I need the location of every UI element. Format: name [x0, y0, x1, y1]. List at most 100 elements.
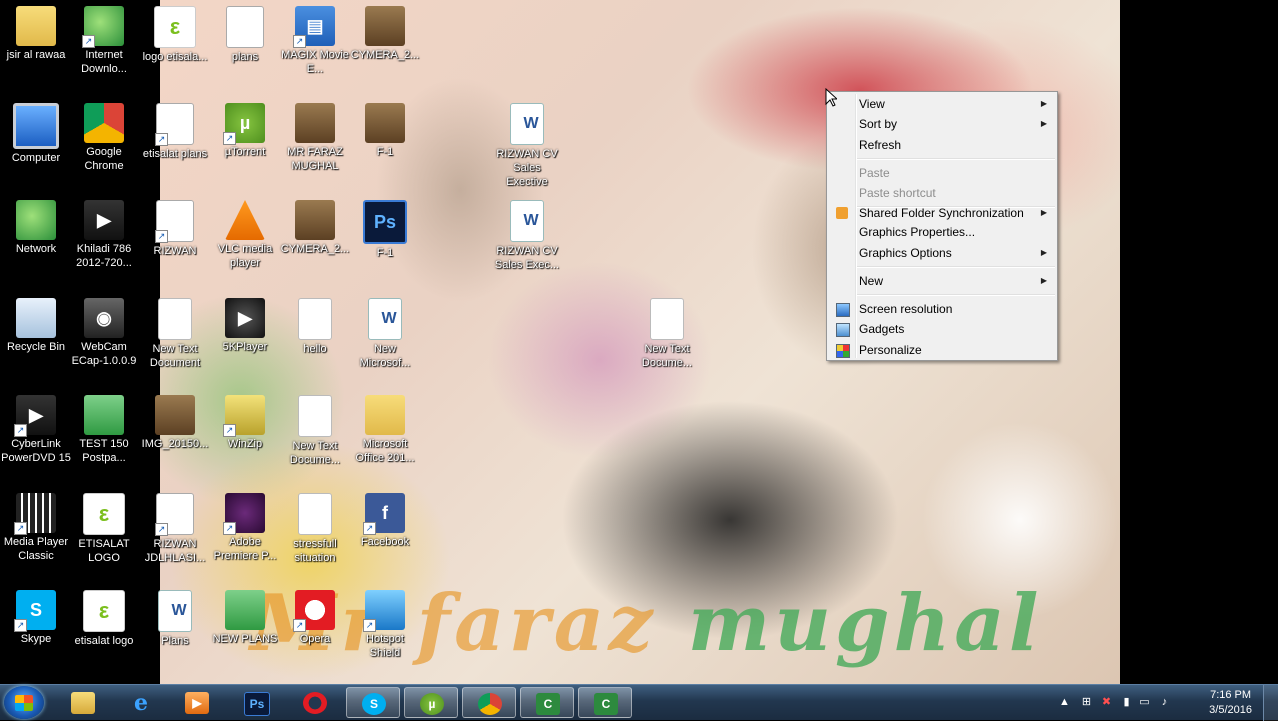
- hotspot-shield-icon: ↗: [363, 590, 405, 632]
- spreadsheet-icon: [226, 6, 264, 48]
- desktop-icon-logo-etisalat[interactable]: ε logo etisala...: [139, 0, 211, 64]
- show-hidden-icons-button[interactable]: ▲: [1058, 696, 1071, 709]
- etisalat-logo-icon: ε: [154, 6, 196, 48]
- desktop-icon-cyberlink[interactable]: ▶ ↗ CyberLink PowerDVD 15: [0, 389, 72, 465]
- utorrent-icon: µ: [420, 693, 444, 715]
- desktop-icon-cymera-2b[interactable]: CYMERA_2...: [279, 194, 351, 256]
- desktop-icon-opera[interactable]: ↗ Opera: [279, 584, 351, 646]
- menu-item-refresh[interactable]: Refresh: [829, 135, 1055, 155]
- image-file-icon: [295, 103, 335, 143]
- desktop-icon-new-plans[interactable]: NEW PLANS: [209, 584, 281, 646]
- recycle-bin-icon: [16, 298, 56, 338]
- desktop-icon-5kplayer[interactable]: ▶ 5KPlayer: [209, 292, 281, 354]
- power-icon[interactable]: ▭: [1138, 696, 1151, 709]
- desktop-icon-cymera-2a[interactable]: CYMERA_2...: [349, 0, 421, 62]
- download-manager-icon: ↗: [82, 6, 124, 48]
- taskbar-windows-explorer[interactable]: [56, 687, 110, 718]
- desktop-icon-hotspot-shield[interactable]: ↗ Hotspot Shield: [349, 584, 421, 660]
- menu-separator: [857, 266, 1055, 268]
- action-center-icon[interactable]: ⊞: [1080, 696, 1093, 709]
- clock-date: 3/5/2016: [1209, 704, 1252, 716]
- windows-logo-icon: [15, 695, 33, 711]
- desktop-icon-khiladi[interactable]: ▶ Khiladi 786 2012-720...: [68, 194, 140, 270]
- menu-item-personalize[interactable]: Personalize: [829, 340, 1055, 360]
- desktop-icon-mr-faraz-mughal[interactable]: MR FARAZ MUGHAL: [279, 97, 351, 173]
- menu-item-graphics-properties[interactable]: Graphics Properties...: [829, 222, 1055, 242]
- desktop-icon-plans-word[interactable]: W Plans: [139, 584, 211, 648]
- desktop-icon-hello[interactable]: hello: [279, 292, 351, 356]
- taskbar-chrome[interactable]: [462, 687, 516, 718]
- desktop-icon-etisalat-logo-upper[interactable]: ε ETISALAT LOGO: [68, 487, 140, 565]
- menu-item-paste-shortcut[interactable]: Paste shortcut: [829, 183, 1055, 203]
- desktop-icon-rizwan-cv-b[interactable]: W RIZWAN CV Sales Exec...: [491, 194, 563, 272]
- internet-explorer-icon: e: [134, 690, 148, 716]
- volume-icon[interactable]: ♪: [1158, 696, 1171, 709]
- desktop-icon-etisalat-plans[interactable]: ↗ etisalat plans: [139, 97, 211, 161]
- desktop-icon-img-2015[interactable]: IMG_20150...: [139, 389, 211, 451]
- desktop-icon-winzip[interactable]: ↗ WinZip: [209, 389, 281, 451]
- taskbar-camtasia-recorder[interactable]: C: [578, 687, 632, 718]
- desktop-icon-magix[interactable]: ▤ ↗ MAGIX Movie E...: [279, 0, 351, 76]
- taskbar-utorrent[interactable]: µ: [404, 687, 458, 718]
- start-button[interactable]: [4, 686, 44, 719]
- media-player-icon: ↗: [14, 493, 56, 535]
- menu-item-shared-folder-synchronization[interactable]: Shared Folder Synchronization ▶: [829, 203, 1055, 223]
- desktop-icon-new-text-document-2[interactable]: New Text Docume...: [279, 389, 351, 467]
- desktop-icon-internet-download-manager[interactable]: ↗ Internet Downlo...: [68, 0, 140, 76]
- desktop-icon-rizwan[interactable]: ↗ RIZWAN: [139, 194, 211, 258]
- taskbar-internet-explorer[interactable]: e: [114, 687, 168, 718]
- desktop-icon-stressfull-situation[interactable]: stressfull situation: [279, 487, 351, 565]
- desktop-icon-skype[interactable]: S ↗ Skype: [0, 584, 72, 646]
- desktop-icon-f1-a[interactable]: F-1: [349, 97, 421, 159]
- desktop-icon-facebook[interactable]: f ↗ Facebook: [349, 487, 421, 549]
- menu-item-graphics-options[interactable]: Graphics Options ▶: [829, 243, 1055, 263]
- desktop-icon-test-150[interactable]: TEST 150 Postpa...: [68, 389, 140, 465]
- desktop-icon-microsoft-office[interactable]: Microsoft Office 201...: [349, 389, 421, 465]
- computer-icon: [13, 103, 59, 149]
- desktop-icon-rizwan-jdlhlasi[interactable]: ↗ RIZWAN JDLHLASI...: [139, 487, 211, 565]
- network-warning-icon[interactable]: ✖: [1100, 696, 1113, 709]
- personalize-icon: [836, 344, 850, 358]
- menu-item-screen-resolution[interactable]: Screen resolution: [829, 299, 1055, 319]
- menu-item-sort-by[interactable]: Sort by ▶: [829, 114, 1055, 134]
- desktop-icon-media-player-classic[interactable]: ↗ Media Player Classic: [0, 487, 72, 563]
- menu-item-paste[interactable]: Paste: [829, 163, 1055, 183]
- desktop-icon-network[interactable]: Network: [0, 194, 72, 256]
- photoshop-file-icon: Ps: [363, 200, 407, 244]
- folder-icon: [365, 395, 405, 435]
- taskbar-opera[interactable]: [288, 687, 342, 718]
- desktop-icon-jsir-al-rawaa[interactable]: jsir al rawaa: [0, 0, 72, 62]
- taskbar-media-player[interactable]: ▶: [170, 687, 224, 718]
- desktop-icon-etisalat-logo-lower[interactable]: ε etisalat logo: [68, 584, 140, 648]
- signal-icon[interactable]: ▮: [1120, 696, 1133, 709]
- desktop-icon-adobe-premiere[interactable]: ↗ Adobe Premiere P...: [209, 487, 281, 563]
- desktop-icon-google-chrome[interactable]: Google Chrome: [68, 97, 140, 173]
- desktop-icon-new-text-document[interactable]: New Text Document: [139, 292, 211, 370]
- clock[interactable]: 7:16 PM 3/5/2016: [1209, 688, 1252, 718]
- desktop-icon-rizwan-cv-a[interactable]: W RIZWAN CV Sales Exective: [491, 97, 563, 189]
- desktop-icon-plans[interactable]: plans: [209, 0, 281, 64]
- desktop-icon-recycle-bin[interactable]: Recycle Bin: [0, 292, 72, 354]
- desktop-icon-new-text-document-3[interactable]: New Text Docume...: [631, 292, 703, 370]
- etisalat-logo-icon: ε: [83, 493, 125, 535]
- desktop-icon-utorrent[interactable]: µ ↗ µTorrent: [209, 97, 281, 159]
- menu-item-view[interactable]: View ▶: [829, 94, 1055, 114]
- desktop-icon-computer[interactable]: Computer: [0, 97, 72, 165]
- clock-time: 7:16 PM: [1210, 689, 1252, 701]
- text-document-icon: [158, 298, 192, 340]
- desktop-icon-f1-b[interactable]: Ps F-1: [349, 194, 421, 260]
- system-tray: ▲ ⊞ ✖ ▮ ▭ ♪ 7:16 PM 3/5/2016: [1058, 685, 1278, 721]
- desktop-icon-vlc[interactable]: VLC media player: [209, 194, 281, 270]
- taskbar-skype[interactable]: S: [346, 687, 400, 718]
- menu-item-gadgets[interactable]: Gadgets: [829, 319, 1055, 339]
- 5kplayer-icon: ▶: [225, 298, 265, 338]
- desktop-icon-webcam-ecap[interactable]: ◉ WebCam ECap-1.0.0.9: [68, 292, 140, 368]
- show-desktop-button[interactable]: [1263, 685, 1278, 721]
- taskbar-photoshop[interactable]: Ps: [229, 687, 283, 718]
- desktop-icon-new-microsoft[interactable]: W New Microsof...: [349, 292, 421, 370]
- taskbar-camtasia[interactable]: C: [520, 687, 574, 718]
- folder-icon: [16, 6, 56, 46]
- mouse-cursor-icon: [825, 88, 837, 107]
- menu-item-new[interactable]: New ▶: [829, 271, 1055, 291]
- desktop-context-menu: View ▶ Sort by ▶ Refresh Paste Paste short…: [826, 91, 1058, 361]
